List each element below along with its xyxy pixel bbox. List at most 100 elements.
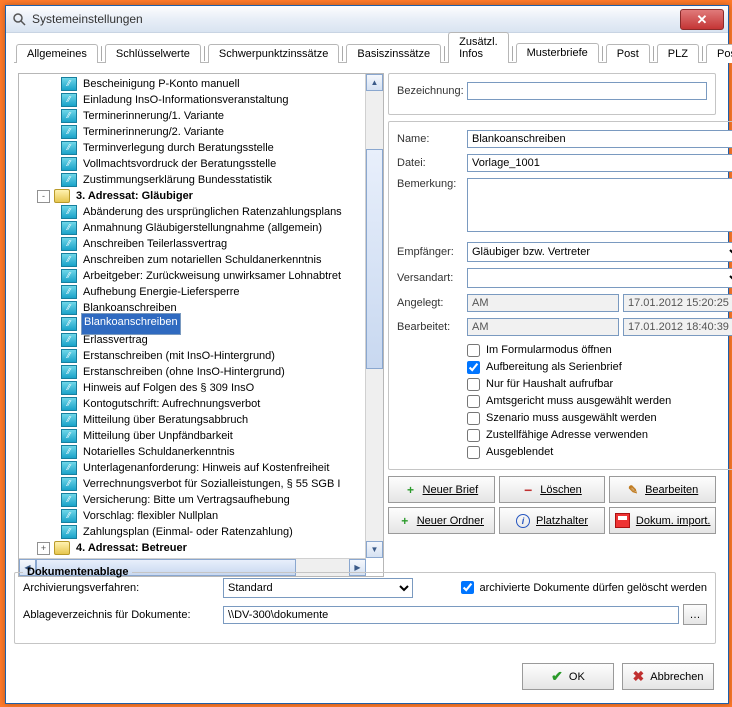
tree-item-label[interactable]: Arbeitgeber: Zurückweisung unwirksamer L… xyxy=(81,268,343,284)
tree-item-label[interactable]: Hinweis auf Folgen des § 309 InsO xyxy=(81,380,256,396)
tree-item-label[interactable]: Versicherung: Bitte um Vertragsaufhebung xyxy=(81,492,292,508)
tree-row[interactable]: ⁄⁄Mitteilung über Beratungsabbruch xyxy=(21,412,381,428)
tree-toggle-icon[interactable]: + xyxy=(37,542,50,555)
option-check[interactable]: Amtsgericht muss ausgewählt werden xyxy=(467,393,732,409)
tree-row[interactable]: ⁄⁄Unterlagenanforderung: Hinweis auf Kos… xyxy=(21,460,381,476)
tree-row[interactable]: ⁄⁄Aufhebung Energie-Liefersperre xyxy=(21,284,381,300)
tree-item-label[interactable]: Zustimmungserklärung Bundesstatistik xyxy=(81,172,274,188)
tree-row[interactable]: ⁄⁄Terminerinnerung/2. Variante xyxy=(21,124,381,140)
bearbeiten-button[interactable]: ✎Bearbeiten xyxy=(609,476,716,503)
option-check[interactable]: Aufbereitung als Serienbrief xyxy=(467,359,732,375)
tree-row[interactable]: ⁄⁄Erlassvertrag xyxy=(21,332,381,348)
tab-schwerpunktzinss-tze[interactable]: Schwerpunktzinssätze xyxy=(208,44,339,63)
tree-row[interactable]: ⁄⁄Anschreiben zum notariellen Schuldaner… xyxy=(21,252,381,268)
tab-musterbriefe[interactable]: Musterbriefe xyxy=(516,43,599,63)
tree-item-label[interactable]: Terminverlegung durch Beratungsstelle xyxy=(81,140,276,156)
tree-item-label[interactable]: 3. Adressat: Gläubiger xyxy=(74,188,195,204)
tree-item-label[interactable]: Vorschlag: flexibler Nullplan xyxy=(81,508,220,524)
versandart-select[interactable] xyxy=(467,268,732,288)
path-input[interactable] xyxy=(223,606,679,624)
tree-row[interactable]: ⁄⁄Verrechnungsverbot für Sozialleistunge… xyxy=(21,476,381,492)
tree-row[interactable]: ⁄⁄Hinweis auf Folgen des § 309 InsO xyxy=(21,380,381,396)
tab-plz[interactable]: PLZ xyxy=(657,44,699,63)
option-check[interactable]: Nur für Haushalt aufrufbar xyxy=(467,376,732,392)
tree-item-label[interactable]: Terminerinnerung/1. Variante xyxy=(81,108,226,124)
tab-schl-sselwerte[interactable]: Schlüsselwerte xyxy=(105,44,201,63)
tree-row[interactable]: ⁄⁄Zustimmungserklärung Bundesstatistik xyxy=(21,172,381,188)
tree-toggle-icon[interactable]: - xyxy=(37,190,50,203)
close-button[interactable]: ✕ xyxy=(680,9,724,30)
tree-row[interactable]: ⁄⁄Abänderung des ursprünglichen Ratenzah… xyxy=(21,204,381,220)
tree-item-label[interactable]: Erlassvertrag xyxy=(81,332,150,348)
neuer-ordner-button[interactable]: +Neuer Ordner xyxy=(388,507,495,534)
tree-item-label[interactable]: Notarielles Schuldanerkenntnis xyxy=(81,444,237,460)
tree-row[interactable]: ⁄⁄Einladung InsO-Informationsveranstaltu… xyxy=(21,92,381,108)
tree-row[interactable]: ⁄⁄Bescheinigung P-Konto manuell xyxy=(21,76,381,92)
tree-row[interactable]: ⁄⁄Versicherung: Bitte um Vertragsaufhebu… xyxy=(21,492,381,508)
option-check[interactable]: Im Formularmodus öffnen xyxy=(467,342,732,358)
neuer-brief-button[interactable]: +Neuer Brief xyxy=(388,476,495,503)
tree-item-label[interactable]: Anschreiben Teilerlassvertrag xyxy=(81,236,229,252)
tree-item-label[interactable]: Zahlungsplan (Einmal- oder Ratenzahlung) xyxy=(81,524,295,540)
datei-input[interactable] xyxy=(467,154,732,172)
tree-item-label[interactable]: Anmahnung Gläubigerstellungnahme (allgem… xyxy=(81,220,324,236)
tab-zus-tzl-infos[interactable]: Zusätzl. Infos xyxy=(448,32,509,63)
tree-row[interactable]: ⁄⁄Blankoanschreiben xyxy=(21,300,381,316)
tree-row[interactable]: ⁄⁄Erstanschreiben (ohne InsO-Hintergrund… xyxy=(21,364,381,380)
tree-row[interactable]: +4. Adressat: Betreuer xyxy=(21,540,381,556)
scroll-up-button[interactable]: ▲ xyxy=(366,74,383,91)
tree-row[interactable]: ⁄⁄Arbeitgeber: Zurückweisung unwirksamer… xyxy=(21,268,381,284)
tree-row[interactable]: - 3. Adressat: Gläubiger xyxy=(21,188,381,204)
scroll-down-button[interactable]: ▼ xyxy=(366,541,383,558)
tree-item-label[interactable]: Aufhebung Energie-Liefersperre xyxy=(81,284,242,300)
ok-button[interactable]: ✔OK xyxy=(522,663,614,690)
scroll-thumb-vertical[interactable] xyxy=(366,149,383,369)
tree-item-label[interactable]: Abänderung des ursprünglichen Ratenzahlu… xyxy=(81,204,344,220)
tree-item-label[interactable]: Terminerinnerung/2. Variante xyxy=(81,124,226,140)
tree-row[interactable]: ⁄⁄Terminverlegung durch Beratungsstelle xyxy=(21,140,381,156)
option-check[interactable]: Ausgeblendet xyxy=(467,444,732,460)
tree-item-label[interactable]: Bescheinigung P-Konto manuell xyxy=(81,76,242,92)
tree-view[interactable]: ⁄⁄Bescheinigung P-Konto manuell⁄⁄Einladu… xyxy=(21,76,381,556)
tree-row[interactable]: ⁄⁄Anmahnung Gläubigerstellungnahme (allg… xyxy=(21,220,381,236)
tree-item-label[interactable]: 4. Adressat: Betreuer xyxy=(74,540,189,556)
tree-row[interactable]: ⁄⁄Mitteilung über Unpfändbarkeit xyxy=(21,428,381,444)
tree-row[interactable]: ⁄⁄Kontogutschrift: Aufrechnungsverbot xyxy=(21,396,381,412)
tree-item-label[interactable]: Erstanschreiben (mit InsO-Hintergrund) xyxy=(81,348,277,364)
loeschen-button[interactable]: −Löschen xyxy=(499,476,606,503)
tab-basiszinss-tze[interactable]: Basiszinssätze xyxy=(346,44,441,63)
arch-delete-check[interactable]: archivierte Dokumente dürfen gelöscht we… xyxy=(461,580,707,596)
tab-post[interactable]: Post xyxy=(606,44,650,63)
tree-item-label[interactable]: Mitteilung über Beratungsabbruch xyxy=(81,412,250,428)
option-check[interactable]: Zustellfähige Adresse verwenden xyxy=(467,427,732,443)
tree-scrollbar-vertical[interactable]: ▲ ▼ xyxy=(365,74,383,558)
bezeichnung-input[interactable] xyxy=(467,82,707,100)
tree-row[interactable]: ⁄⁄Vollmachtsvordruck der Beratungsstelle xyxy=(21,156,381,172)
tab-postausgang[interactable]: Postausgang xyxy=(706,44,732,63)
tree-item-label[interactable]: Verrechnungsverbot für Sozialleistungen,… xyxy=(81,476,342,492)
tree-row[interactable]: ⁄⁄Erstanschreiben (mit InsO-Hintergrund) xyxy=(21,348,381,364)
tree-row[interactable]: ⁄⁄Anschreiben Teilerlassvertrag xyxy=(21,236,381,252)
cancel-button[interactable]: ✖Abbrechen xyxy=(622,663,714,690)
tree-item-label[interactable]: Erstanschreiben (ohne InsO-Hintergrund) xyxy=(81,364,287,380)
empfaenger-select[interactable]: Gläubiger bzw. Vertreter xyxy=(467,242,732,262)
arch-select[interactable]: Standard xyxy=(223,578,413,598)
tree-item-label[interactable]: Vollmachtsvordruck der Beratungsstelle xyxy=(81,156,278,172)
name-input[interactable] xyxy=(467,130,732,148)
tree-item-label[interactable]: Einladung InsO-Informationsveranstaltung xyxy=(81,92,290,108)
browse-button[interactable]: … xyxy=(683,604,707,625)
tree-row[interactable]: ⁄⁄Terminerinnerung/1. Variante xyxy=(21,108,381,124)
option-check[interactable]: Szenario muss ausgewählt werden xyxy=(467,410,732,426)
tree-row[interactable]: ⁄⁄Vorschlag: flexibler Nullplan xyxy=(21,508,381,524)
tree-row[interactable]: ⁄⁄Zahlungsplan (Einmal- oder Ratenzahlun… xyxy=(21,524,381,540)
tree-row[interactable]: ⁄⁄Blankoanschreiben xyxy=(21,316,381,332)
tree-item-label[interactable]: Anschreiben zum notariellen Schuldanerke… xyxy=(81,252,323,268)
platzhalter-button[interactable]: iPlatzhalter xyxy=(499,507,606,534)
tab-allgemeines[interactable]: Allgemeines xyxy=(16,44,98,63)
bemerkung-input[interactable] xyxy=(467,178,732,232)
tree-item-label[interactable]: Mitteilung über Unpfändbarkeit xyxy=(81,428,235,444)
tree-item-label[interactable]: Kontogutschrift: Aufrechnungsverbot xyxy=(81,396,262,412)
dokum-import-button[interactable]: Dokum. import. xyxy=(609,507,716,534)
tree-row[interactable]: ⁄⁄Notarielles Schuldanerkenntnis xyxy=(21,444,381,460)
tree-item-label[interactable]: Unterlagenanforderung: Hinweis auf Koste… xyxy=(81,460,331,476)
